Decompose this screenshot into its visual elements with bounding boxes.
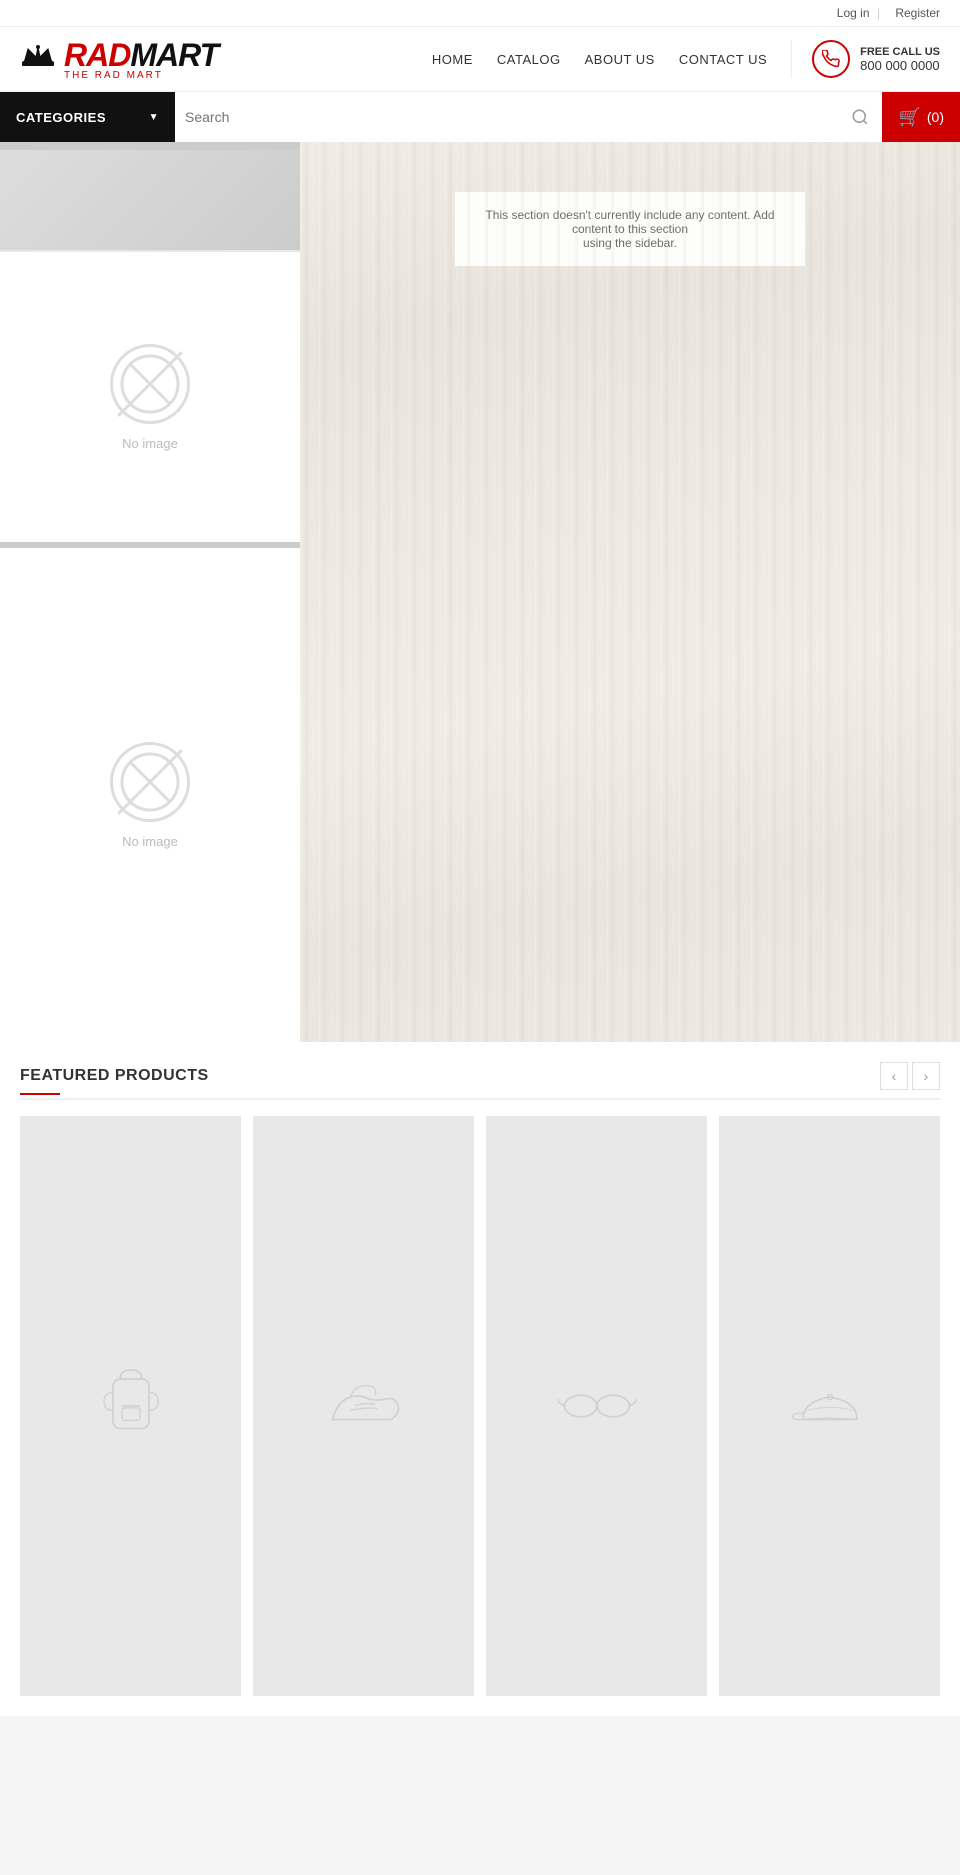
product-item-2[interactable] [253,1116,474,1696]
logo-mart: MART [130,37,218,74]
top-bar: Log in | Register [0,0,960,27]
sidebar-image-top [0,150,300,250]
top-strip [0,142,300,150]
call-free-label: FREE CALL US [860,46,940,58]
crown-icon [20,43,56,67]
product-item-3[interactable] [486,1116,707,1696]
register-link[interactable]: Register [895,6,940,20]
nav-about[interactable]: ABOUT US [585,52,655,67]
blocked-icon-1 [120,354,180,414]
call-number: 800 000 0000 [860,58,940,73]
left-column: No image No image [0,142,300,1042]
empty-content-message: This section doesn't currently include a… [455,192,805,266]
chevron-down-icon: ▼ [149,112,159,123]
nav-catalog[interactable]: CATALOG [497,52,561,67]
header: RADMART THE RAD MART HOME CATALOG ABOUT … [0,27,960,92]
login-link[interactable]: Log in [837,6,870,20]
nav-contact[interactable]: CONTACT US [679,52,767,67]
logo-text: RADMART THE RAD MART [64,37,218,81]
promo-area: This section doesn't currently include a… [300,142,960,1042]
cap-icon [785,1361,875,1451]
product-item-4[interactable] [719,1116,940,1696]
divider: | [877,6,880,20]
featured-prev-button[interactable]: ‹ [880,1062,908,1090]
call-box: FREE CALL US 800 000 0000 [791,40,940,78]
call-text: FREE CALL US 800 000 0000 [860,46,940,73]
no-image-text-1: No image [122,436,178,451]
nav-links: HOME CATALOG ABOUT US CONTACT US [432,52,767,67]
nav-area: HOME CATALOG ABOUT US CONTACT US FREE CA… [432,40,940,78]
search-wrapper [175,92,838,142]
search-icon [851,108,869,126]
logo-sub: THE RAD MART [64,70,218,81]
nav-home[interactable]: HOME [432,52,473,67]
logo-rad: RAD [64,37,130,74]
featured-header: FEATURED PRODUCTS ‹ › [20,1062,940,1100]
main-content: No image No image This section doesn't c [0,142,960,1042]
phone-icon [812,40,850,78]
cart-count: (0) [927,109,944,125]
no-image-text-2: No image [122,834,178,849]
featured-title: FEATURED PRODUCTS [20,1067,209,1085]
no-image-icon-1 [110,344,190,424]
right-column: This section doesn't currently include a… [300,142,960,1042]
search-bar: CATEGORIES ▼ 🛒 (0) [0,92,960,142]
glasses-icon [552,1361,642,1451]
main-layout: No image No image This section doesn't c [0,142,960,1042]
product-item-1[interactable] [20,1116,241,1696]
featured-next-button[interactable]: › [912,1062,940,1090]
product-card-2: No image [0,548,300,1042]
sneaker-icon [319,1361,409,1451]
logo[interactable]: RADMART THE RAD MART [20,37,218,81]
blocked-icon-2 [120,752,180,812]
backpack-icon [86,1361,176,1451]
categories-label: CATEGORIES [16,110,106,125]
search-input[interactable] [185,109,828,125]
product-card-1: No image [0,252,300,542]
no-image-icon-2 [110,742,190,822]
products-grid [20,1116,940,1696]
featured-navigation: ‹ › [880,1062,940,1090]
categories-button[interactable]: CATEGORIES ▼ [0,92,175,142]
cart-button[interactable]: 🛒 (0) [882,92,960,142]
search-button[interactable] [838,92,882,142]
cart-icon: 🛒 [898,107,920,128]
featured-section: FEATURED PRODUCTS ‹ › [0,1042,960,1716]
